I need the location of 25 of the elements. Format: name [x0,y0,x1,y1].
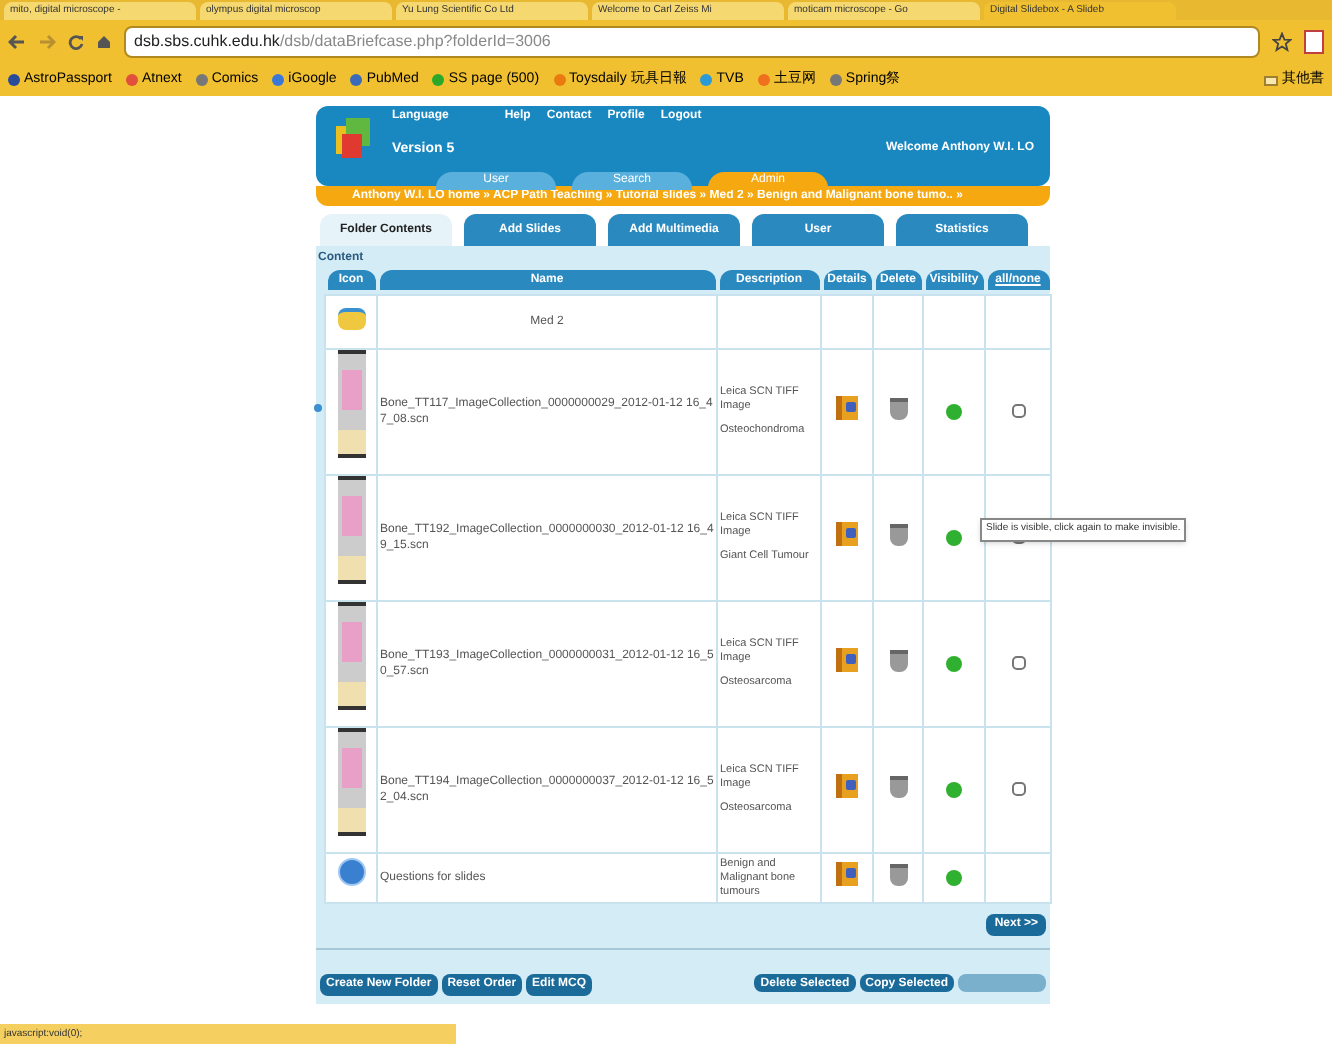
slide-thumbnail[interactable] [337,476,365,584]
trash-icon[interactable] [889,864,907,886]
trash-icon[interactable] [889,776,907,798]
logo-icon [336,114,376,162]
row-checkbox[interactable] [1011,656,1025,671]
slide-thumbnail[interactable] [337,728,365,836]
trash-icon[interactable] [889,650,907,672]
home-icon[interactable] [96,34,112,50]
slide-thumbnail[interactable] [337,602,365,710]
trash-icon[interactable] [889,398,907,420]
details-icon[interactable] [836,862,858,886]
details-icon[interactable] [836,774,858,798]
reload-icon[interactable] [68,34,84,50]
details-icon[interactable] [836,648,858,672]
trash-icon[interactable] [889,524,907,546]
back-icon[interactable] [8,34,26,50]
slide-thumbnail[interactable] [337,350,365,458]
row-checkbox[interactable] [1011,404,1025,419]
page-icon[interactable] [1304,30,1324,54]
address-bar[interactable]: dsb.sbs.cuhk.edu.hk/dsb/dataBriefcase.php?folderId=3006 [124,26,1260,58]
folder-up-icon[interactable] [337,308,365,330]
details-icon[interactable] [836,522,858,546]
row-checkbox[interactable] [1011,782,1025,797]
star-icon[interactable] [1272,32,1292,52]
details-icon[interactable] [836,396,858,420]
